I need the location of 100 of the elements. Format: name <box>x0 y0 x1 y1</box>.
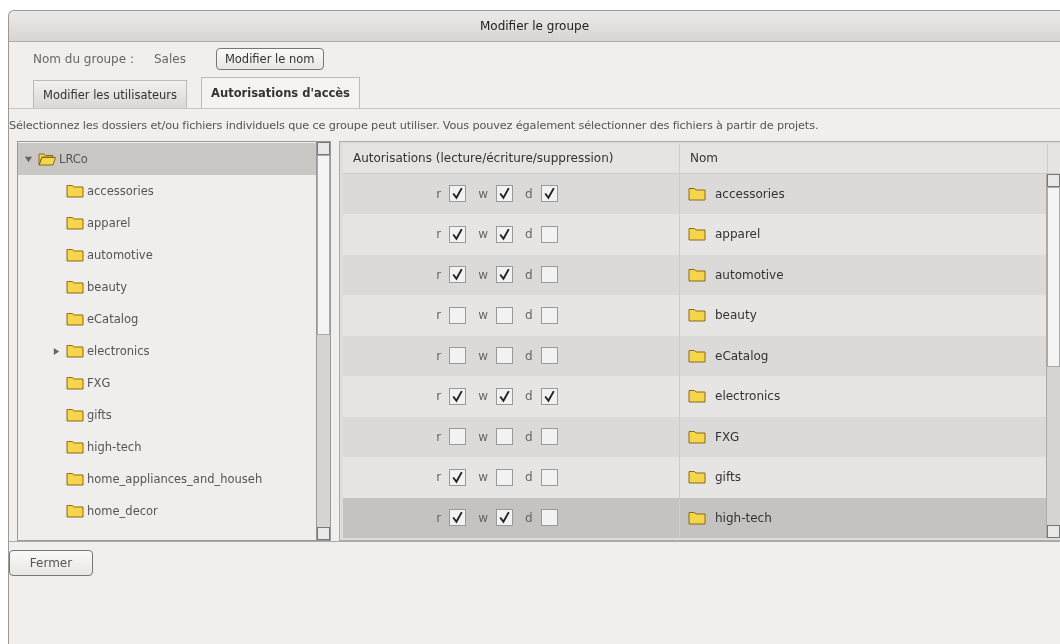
permission-letter: r <box>436 389 442 404</box>
permission-letter: r <box>436 429 442 444</box>
table-row[interactable]: r w d accessories <box>343 173 1046 214</box>
checkbox[interactable] <box>540 509 558 527</box>
checkbox[interactable] <box>496 225 514 243</box>
column-header[interactable]: Nom <box>680 144 1047 173</box>
tree-item[interactable]: electronics <box>18 335 316 367</box>
checkbox[interactable] <box>449 266 467 284</box>
tree-item[interactable]: beauty <box>18 271 316 303</box>
table-row[interactable]: r w d automotive <box>343 254 1046 295</box>
tree-item[interactable]: high-tech <box>18 431 316 463</box>
scrollbar[interactable] <box>316 142 330 540</box>
permission-letter: w <box>478 429 489 444</box>
folder-icon <box>688 429 706 444</box>
tree-item[interactable]: accessories <box>18 175 316 207</box>
permission-letter: w <box>478 186 489 201</box>
folder-icon <box>66 216 84 230</box>
folder-icon <box>688 308 706 323</box>
table-row[interactable]: r w d eCatalog <box>343 335 1046 376</box>
permission-letter: r <box>436 227 442 242</box>
table-row[interactable]: r w d electronics <box>343 376 1046 417</box>
rename-button[interactable]: Modifier le nom <box>215 48 324 70</box>
scrollbar[interactable] <box>1046 173 1060 538</box>
instruction-text: Sélectionnez les dossiers et/ou fichiers individuels que ce groupe peut utiliser. Vous pouvez également sélectionner des fichiers à partir de projets. <box>9 118 820 134</box>
tree-item[interactable]: automotive <box>18 239 316 271</box>
window-title: Modifier le groupe <box>479 19 590 33</box>
checkbox[interactable] <box>540 468 558 486</box>
folder-icon <box>66 184 84 198</box>
checkbox[interactable] <box>449 387 467 405</box>
checkbox[interactable] <box>449 468 467 486</box>
checkbox[interactable] <box>496 509 514 527</box>
checkbox[interactable] <box>496 266 514 284</box>
tree-item[interactable]: FXG <box>18 367 316 399</box>
folder-icon <box>688 227 706 242</box>
folder-icon <box>66 472 84 486</box>
checkbox[interactable] <box>540 185 558 203</box>
permission-letter: d <box>525 186 533 201</box>
folder-icon <box>688 186 706 201</box>
tab[interactable]: Autorisations d'accès <box>201 77 360 108</box>
table-row[interactable]: r w d FXG <box>343 416 1046 457</box>
permission-letter: d <box>525 470 533 485</box>
expand-arrow-icon[interactable] <box>52 346 61 356</box>
checkbox[interactable] <box>540 347 558 365</box>
folder-name: FXG <box>715 429 740 444</box>
permission-letter: w <box>478 470 489 485</box>
checkbox[interactable] <box>496 428 514 446</box>
permission-letter: r <box>436 470 442 485</box>
checkbox[interactable] <box>449 428 467 446</box>
checkbox[interactable] <box>449 509 467 527</box>
checkbox[interactable] <box>449 185 467 203</box>
folder-icon <box>688 267 706 282</box>
close-button[interactable]: Fermer <box>9 550 93 576</box>
checkbox[interactable] <box>540 266 558 284</box>
folder-icon <box>688 510 706 525</box>
folder-icon <box>66 440 84 454</box>
tree-item[interactable]: eCatalog <box>18 303 316 335</box>
permission-letter: r <box>436 186 442 201</box>
collapse-arrow-icon[interactable] <box>24 154 33 164</box>
checkbox[interactable] <box>540 306 558 324</box>
tree-item[interactable]: gifts <box>18 399 316 431</box>
checkbox[interactable] <box>449 306 467 324</box>
checkbox[interactable] <box>496 387 514 405</box>
permission-letter: d <box>525 429 533 444</box>
folder-icon <box>66 376 84 390</box>
group-name-label: Nom du groupe : <box>33 52 134 66</box>
tree-item[interactable]: LRCo <box>18 143 316 175</box>
tree-item[interactable]: home_decor <box>18 495 316 527</box>
checkbox[interactable] <box>540 387 558 405</box>
checkbox[interactable] <box>449 225 467 243</box>
checkbox[interactable] <box>496 306 514 324</box>
permission-letter: r <box>436 348 442 363</box>
tree-item[interactable]: home_appliances_and_househ <box>18 463 316 495</box>
table-row[interactable]: r w d apparel <box>343 214 1046 255</box>
table-row[interactable]: r w d high-tech <box>343 497 1046 538</box>
permission-letter: w <box>478 227 489 242</box>
permission-letter: r <box>436 267 442 282</box>
table-row[interactable]: r w d gifts <box>343 457 1046 498</box>
permission-letter: d <box>525 389 533 404</box>
folder-icon <box>66 248 84 262</box>
permission-letter: d <box>525 308 533 323</box>
folder-name: automotive <box>715 267 784 282</box>
checkbox[interactable] <box>449 347 467 365</box>
checkbox[interactable] <box>496 185 514 203</box>
folder-icon <box>38 152 56 166</box>
tab[interactable]: Modifier les utilisateurs <box>33 80 188 108</box>
folder-icon <box>66 408 84 422</box>
permission-letter: d <box>525 510 533 525</box>
group-name: Sales <box>153 52 186 66</box>
checkbox[interactable] <box>540 225 558 243</box>
checkbox[interactable] <box>540 428 558 446</box>
table-row[interactable]: r w d beauty <box>343 295 1046 336</box>
tree-item[interactable]: apparel <box>18 207 316 239</box>
folder-name: beauty <box>715 308 757 323</box>
column-header[interactable]: Autorisations (lecture/écriture/suppression) <box>343 144 680 173</box>
checkbox[interactable] <box>496 347 514 365</box>
folder-icon <box>688 470 706 485</box>
folder-icon <box>688 348 706 363</box>
permission-letter: w <box>478 389 489 404</box>
permission-letter: w <box>478 510 489 525</box>
checkbox[interactable] <box>496 468 514 486</box>
